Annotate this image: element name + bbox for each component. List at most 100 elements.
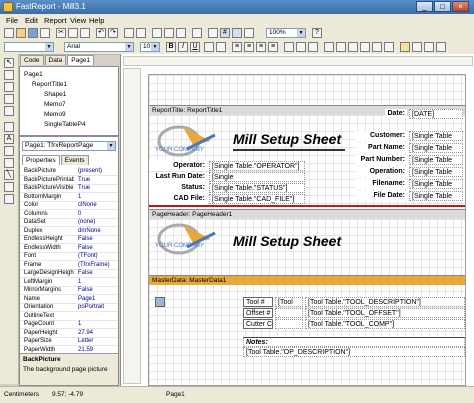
picture-object-icon[interactable] <box>4 146 14 156</box>
ungroup-icon[interactable] <box>136 28 146 38</box>
tab-data[interactable]: Data <box>44 55 67 65</box>
redo-icon[interactable]: ↷ <box>108 28 118 38</box>
frame-right-icon[interactable] <box>360 42 370 52</box>
preview-icon[interactable] <box>40 28 50 38</box>
select-tool-icon[interactable]: ↖ <box>4 58 14 68</box>
menu-edit[interactable]: Edit <box>25 16 38 25</box>
right-field-value[interactable]: [Single Table <box>409 131 463 141</box>
frame-none-icon[interactable] <box>384 42 394 52</box>
property-value[interactable]: 1 <box>78 278 118 286</box>
zoom-tool-icon[interactable] <box>4 82 14 92</box>
tab-properties[interactable]: Properties <box>22 155 60 165</box>
align-bottom-icon[interactable] <box>308 42 318 52</box>
property-value[interactable]: False <box>78 235 118 243</box>
tool-row-detail[interactable]: [Tool Table."TOOL_OFFSET"] <box>305 308 465 318</box>
align-right-icon[interactable]: ≡ <box>256 42 266 52</box>
property-value[interactable]: clNone <box>78 201 118 209</box>
paste-icon[interactable] <box>80 28 90 38</box>
font-size-select[interactable]: 10 ▼ <box>140 42 160 52</box>
date-field[interactable]: [DATE] <box>409 109 463 119</box>
align-left-icon[interactable]: ≡ <box>232 42 242 52</box>
property-value[interactable]: (TfrxFrame) <box>78 261 118 269</box>
property-value[interactable]: True <box>78 176 118 184</box>
tool-row-detail[interactable]: [Tool Table."TOOL_COMP"] <box>305 319 465 329</box>
frame-color-icon[interactable] <box>412 42 422 52</box>
masterdata-band[interactable]: MasterData: MasterData1 <box>149 275 465 285</box>
variables-icon[interactable] <box>192 28 202 38</box>
left-field-value[interactable]: [Single Table."OPERATOR"] <box>209 161 305 171</box>
frame-top-icon[interactable] <box>324 42 334 52</box>
property-value[interactable]: poPortrait <box>78 303 118 311</box>
frame-all-icon[interactable] <box>372 42 382 52</box>
left-field-value[interactable]: [Single Table."STATUS"] <box>209 183 305 193</box>
menu-file[interactable]: File <box>6 16 18 25</box>
property-value[interactable]: 0 <box>78 210 118 218</box>
line-icon[interactable]: ╲ <box>4 170 14 180</box>
align-justify-icon[interactable]: ≡ <box>268 42 278 52</box>
property-value[interactable]: (none) <box>78 218 118 226</box>
highlight-icon[interactable] <box>216 42 226 52</box>
property-value[interactable]: 27.94 <box>78 329 118 337</box>
tool-row-value[interactable] <box>275 308 303 318</box>
notes-field[interactable]: [Tool Table."OP_DESCRIPTION"] <box>243 347 465 357</box>
tree-item-reporttitle1[interactable]: ReportTitle1 <box>32 81 67 88</box>
tree-item-page1[interactable]: Page1 <box>24 71 43 78</box>
property-value[interactable]: 1 <box>78 320 118 328</box>
tool-row-value[interactable] <box>275 319 303 329</box>
style-select[interactable]: ▼ <box>4 42 54 52</box>
font-color-icon[interactable] <box>204 42 214 52</box>
left-field-value[interactable]: [Single <box>209 172 305 182</box>
shape-icon[interactable] <box>4 182 14 192</box>
subreport-icon[interactable] <box>4 158 14 168</box>
align-top-icon[interactable] <box>284 42 294 52</box>
page-settings-icon[interactable] <box>176 28 186 38</box>
text-object-icon[interactable]: A <box>4 134 14 144</box>
property-value[interactable]: Letter <box>78 337 118 345</box>
property-value[interactable]: True <box>78 184 118 192</box>
hand-tool-icon[interactable] <box>4 70 14 80</box>
object-selector[interactable]: Page1: TfrxReportPage ▼ <box>22 141 116 151</box>
menu-view[interactable]: View <box>70 16 86 25</box>
property-value[interactable]: (TFont) <box>78 252 118 260</box>
maximize-button[interactable]: □ <box>434 1 451 12</box>
group-icon[interactable] <box>124 28 134 38</box>
page-header-band[interactable]: PageHeader: PageHeader1 <box>149 209 465 219</box>
tree-item-memo7[interactable]: Memo7 <box>44 101 66 108</box>
show-grid-icon[interactable]: # <box>220 28 230 38</box>
delete-page-icon[interactable] <box>164 28 174 38</box>
undo-icon[interactable]: ↶ <box>96 28 106 38</box>
property-value[interactable]: Page1 <box>78 295 118 303</box>
left-field-value[interactable]: [Single Table."CAD_FILE"] <box>209 194 305 204</box>
right-field-value[interactable]: [Single Table <box>409 167 463 177</box>
copy-icon[interactable] <box>68 28 78 38</box>
minimize-button[interactable]: _ <box>416 1 433 12</box>
tab-events[interactable]: Events <box>60 155 89 165</box>
format-painter-icon[interactable] <box>4 106 14 116</box>
close-button[interactable]: × <box>452 1 469 12</box>
tab-code[interactable]: Code <box>20 55 44 65</box>
frame-style-icon[interactable] <box>424 42 434 52</box>
right-field-value[interactable]: [Single Table <box>409 143 463 153</box>
fill-color-icon[interactable] <box>400 42 410 52</box>
property-value[interactable]: 1 <box>78 193 118 201</box>
right-field-value[interactable]: [Single Table <box>409 179 463 189</box>
tool-row-value[interactable]: [Tool <box>275 297 303 307</box>
italic-icon[interactable]: I <box>178 42 188 52</box>
new-icon[interactable] <box>4 28 14 38</box>
menu-help[interactable]: Help <box>89 16 104 25</box>
help-icon[interactable]: ? <box>312 28 322 38</box>
property-value[interactable]: False <box>78 286 118 294</box>
zoom-select[interactable]: 100% ▼ <box>266 28 306 38</box>
tree-item-shape1[interactable]: Shape1 <box>44 91 66 98</box>
tab-page1[interactable]: Page1 <box>67 55 95 65</box>
band-insert-icon[interactable] <box>4 122 14 132</box>
add-page-icon[interactable] <box>152 28 162 38</box>
align-middle-icon[interactable] <box>296 42 306 52</box>
open-icon[interactable] <box>16 28 26 38</box>
fit-grid-icon[interactable] <box>244 28 254 38</box>
tool-row-detail[interactable]: [Tool Table."TOOL_DESCRIPTION"] <box>305 297 465 307</box>
font-name-select[interactable]: Arial ▼ <box>64 42 134 52</box>
frame-width-icon[interactable] <box>436 42 446 52</box>
property-value[interactable]: False <box>78 244 118 252</box>
report-page[interactable]: ReportTitle: ReportTitle1 YOUR COMPANY M… <box>148 74 466 386</box>
